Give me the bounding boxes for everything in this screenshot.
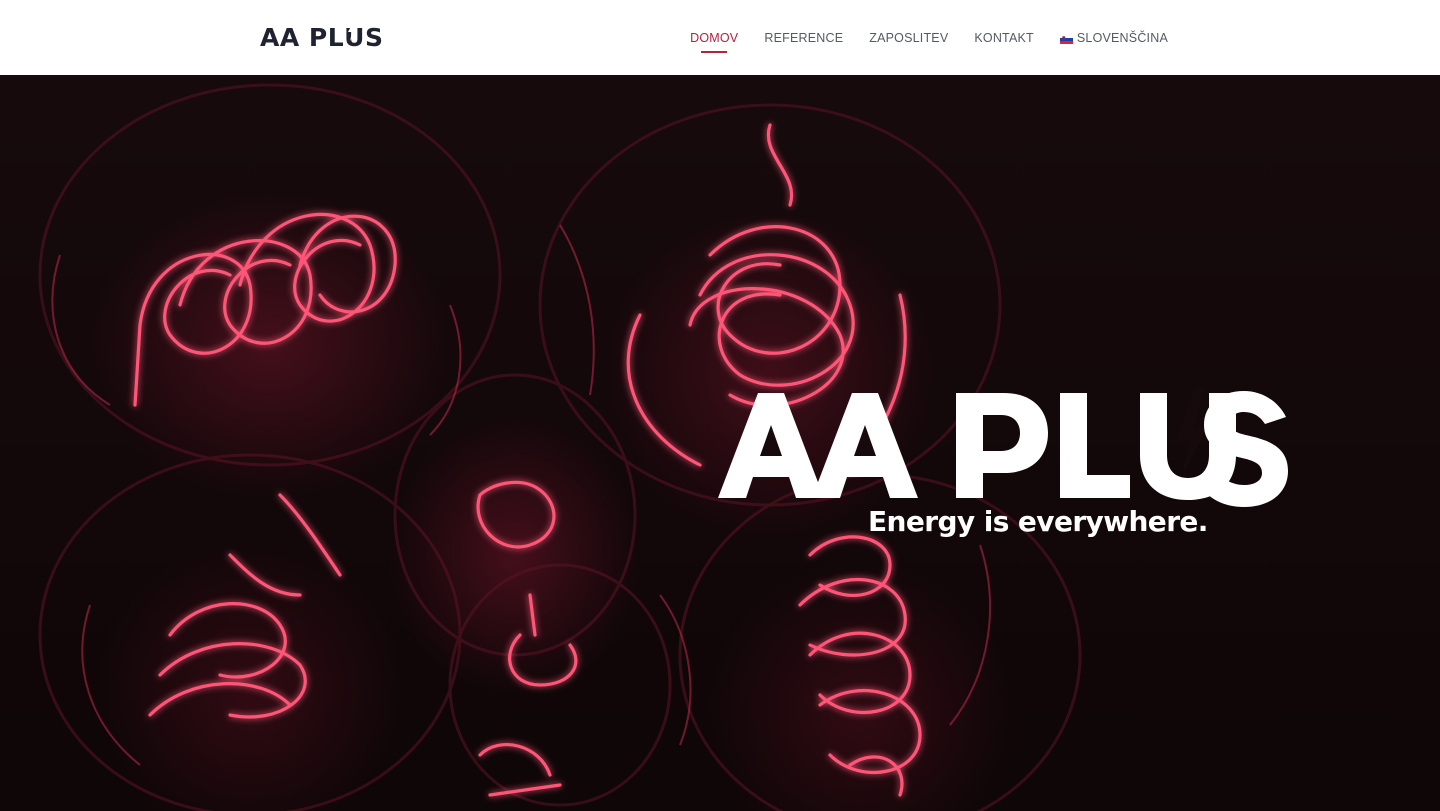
logo-u-bolt-letter: U [344, 20, 365, 52]
nav-item-kontakt[interactable]: KONTAKT [974, 0, 1034, 75]
logo-text-end: S [364, 22, 384, 52]
logo-text-start: AA PL [260, 22, 345, 52]
nav-item-zaposlitev[interactable]: ZAPOSLITEV [869, 0, 948, 75]
hero-letter-p [956, 393, 1048, 498]
nav-item-language[interactable]: SLOVENŠČINA [1059, 0, 1168, 75]
hero-tagline: Energy is everywhere. [868, 505, 1208, 538]
site-logo[interactable]: AA PL U S [260, 20, 384, 52]
lightning-bolt-icon [348, 20, 358, 41]
slovenia-flag-icon [1059, 33, 1074, 44]
hero-banner: Energy is everywhere. [0, 75, 1440, 811]
site-header: AA PL U S DOMOV REFERENCE ZAPOSLITEV KONTA… [0, 0, 1440, 75]
main-nav: DOMOV REFERENCE ZAPOSLITEV KONTAKT SLOVE… [690, 0, 1168, 75]
nav-item-reference[interactable]: REFERENCE [764, 0, 843, 75]
hero-logo-title [716, 383, 1296, 513]
hero-letter-l [1060, 393, 1130, 498]
nav-item-domov[interactable]: DOMOV [690, 0, 738, 75]
